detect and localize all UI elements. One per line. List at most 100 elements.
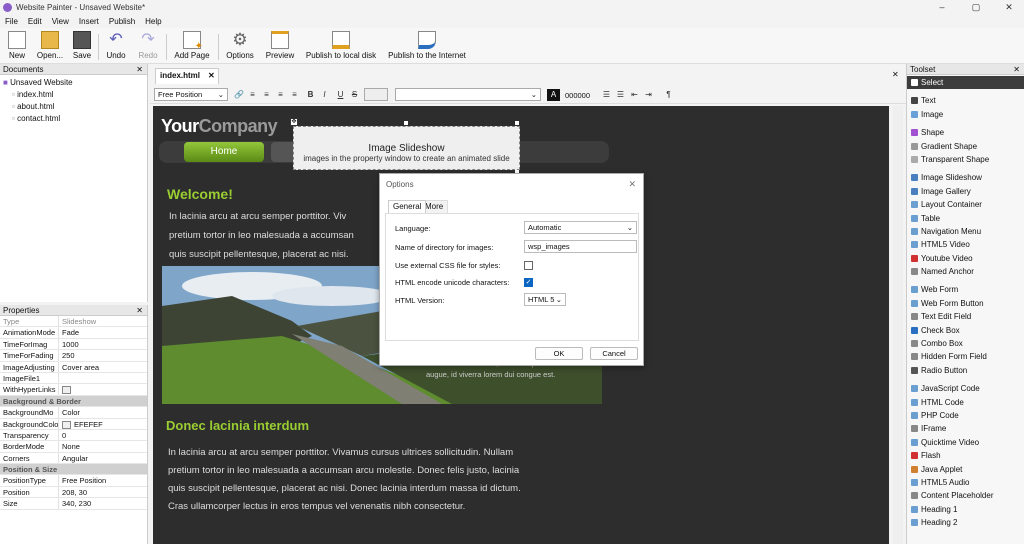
bullet-list-icon[interactable]: ☰: [602, 90, 611, 99]
maximize-icon[interactable]: ▢: [961, 2, 991, 14]
close-icon[interactable]: ✕: [994, 2, 1024, 14]
tool-javascript-code[interactable]: JavaScript Code: [907, 382, 1024, 395]
tool-content-placeholder[interactable]: Content Placeholder: [907, 489, 1024, 502]
publish-local-button[interactable]: Publish to local disk: [304, 31, 378, 60]
property-row[interactable]: BackgroundColo EFEFEF: [0, 418, 147, 430]
tool-html5-audio[interactable]: HTML5 Audio: [907, 476, 1024, 489]
tool-image-gallery[interactable]: Image Gallery: [907, 185, 1024, 198]
move-handle-icon[interactable]: ✥: [290, 118, 298, 126]
tool-combo-box[interactable]: Combo Box: [907, 337, 1024, 350]
close-icon[interactable]: ✕: [136, 64, 147, 75]
tool-gradient-shape[interactable]: Gradient Shape: [907, 140, 1024, 153]
html-version-select[interactable]: HTML 5 ⌄: [524, 293, 566, 306]
tool-java-applet[interactable]: Java Applet: [907, 463, 1024, 476]
property-row[interactable]: AnimationMode Fade: [0, 327, 147, 339]
new-button[interactable]: New: [6, 31, 28, 60]
property-row[interactable]: WithHyperLinks: [0, 384, 147, 396]
tool-html-code[interactable]: HTML Code: [907, 396, 1024, 409]
close-icon[interactable]: ✕: [1013, 64, 1024, 75]
menu-item-file[interactable]: File: [0, 16, 23, 26]
property-row[interactable]: Size 340, 230: [0, 498, 147, 510]
bold-button[interactable]: B: [306, 90, 315, 99]
strikethrough-button[interactable]: S: [350, 90, 359, 99]
tool-image[interactable]: Image: [907, 108, 1024, 121]
menu-item-publish[interactable]: Publish: [104, 16, 140, 26]
font-select[interactable]: ⌄: [395, 88, 541, 101]
property-row[interactable]: Type Slideshow: [0, 316, 147, 328]
checkbox[interactable]: [62, 386, 71, 395]
property-row[interactable]: Corners Angular: [0, 452, 147, 465]
underline-button[interactable]: U: [336, 90, 345, 99]
tool-named-anchor[interactable]: Named Anchor: [907, 265, 1024, 278]
cancel-button[interactable]: Cancel: [590, 347, 638, 360]
align-center-icon[interactable]: ≡: [262, 90, 271, 99]
property-row[interactable]: TimeForImag 1000: [0, 338, 147, 351]
property-row[interactable]: ImageFile1: [0, 372, 147, 385]
tool-php-code[interactable]: PHP Code: [907, 409, 1024, 422]
align-right-icon[interactable]: ≡: [276, 90, 285, 99]
encode-unicode-checkbox[interactable]: ✓: [524, 278, 533, 287]
redo-button[interactable]: ↷ Redo: [136, 31, 160, 60]
menu-item-view[interactable]: View: [47, 16, 74, 26]
tree-item-contact[interactable]: ▫ contact.html: [3, 113, 147, 125]
position-select[interactable]: Free Position ⌄: [154, 88, 228, 101]
property-row[interactable]: ImageAdjusting Cover area: [0, 361, 147, 373]
tab-general[interactable]: General: [388, 200, 427, 213]
property-value[interactable]: 208, 30: [59, 487, 147, 497]
property-value[interactable]: 1000: [59, 339, 147, 349]
property-value[interactable]: Free Position: [59, 475, 147, 485]
close-tab-icon[interactable]: ✕: [208, 69, 215, 83]
tool-quicktime-video[interactable]: Quicktime Video: [907, 436, 1024, 449]
image-dir-input[interactable]: wsp_images: [524, 240, 637, 253]
tool-web-form[interactable]: Web Form: [907, 283, 1024, 296]
property-value[interactable]: Angular: [59, 453, 147, 463]
vertical-scrollbar[interactable]: [893, 106, 903, 544]
property-value[interactable]: Cover area: [59, 362, 147, 372]
tool-image-slideshow[interactable]: Image Slideshow: [907, 171, 1024, 184]
tool-heading-1[interactable]: Heading 1: [907, 503, 1024, 516]
tool-transparent-shape[interactable]: Transparent Shape: [907, 153, 1024, 166]
external-css-checkbox[interactable]: [524, 261, 533, 270]
property-row[interactable]: Position 208, 30: [0, 486, 147, 499]
preview-button[interactable]: Preview: [264, 31, 296, 60]
property-value[interactable]: 340, 230: [59, 498, 147, 508]
tab-index[interactable]: index.html ✕: [155, 68, 219, 84]
property-value[interactable]: 250: [59, 350, 147, 360]
tool-html5-video[interactable]: HTML5 Video: [907, 238, 1024, 251]
tool-table[interactable]: Table: [907, 212, 1024, 225]
image-slideshow-widget[interactable]: Image Slideshow images in the property w…: [293, 126, 520, 170]
property-value-cell[interactable]: EFEFEF: [59, 419, 147, 429]
tool-text-edit-field[interactable]: Text Edit Field: [907, 310, 1024, 323]
property-row[interactable]: Transparency 0: [0, 429, 147, 442]
add-page-button[interactable]: ✦ Add Page: [172, 31, 212, 60]
font-size-select[interactable]: [364, 88, 388, 101]
nav-home[interactable]: Home: [184, 142, 264, 162]
tool-text[interactable]: Text: [907, 94, 1024, 107]
tool-heading-2[interactable]: Heading 2: [907, 516, 1024, 529]
minimize-icon[interactable]: –: [927, 2, 957, 14]
property-value[interactable]: Color: [59, 407, 147, 417]
tool-radio-button[interactable]: Radio Button: [907, 364, 1024, 377]
text-color-icon[interactable]: A: [547, 89, 560, 101]
tool-iframe[interactable]: IFrame: [907, 422, 1024, 435]
tool-youtube-video[interactable]: Youtube Video: [907, 252, 1024, 265]
close-icon[interactable]: ✕: [892, 70, 899, 79]
resize-handle[interactable]: [404, 121, 408, 125]
tree-item-index[interactable]: ▫ index.html: [3, 89, 147, 101]
close-icon[interactable]: ✕: [136, 305, 147, 316]
property-value-cell[interactable]: [59, 384, 147, 395]
open-button[interactable]: Open...: [36, 31, 64, 60]
indent-icon[interactable]: ⇥: [644, 90, 653, 99]
save-button[interactable]: Save: [71, 31, 93, 60]
numbered-list-icon[interactable]: ☰: [616, 90, 625, 99]
tool-select[interactable]: Select: [907, 76, 1024, 90]
menu-item-help[interactable]: Help: [140, 16, 166, 26]
paragraph-icon[interactable]: ¶: [664, 90, 673, 99]
tool-hidden-form-field[interactable]: Hidden Form Field: [907, 350, 1024, 363]
property-row[interactable]: BackgroundMo Color: [0, 407, 147, 419]
align-justify-icon[interactable]: ≡: [290, 90, 299, 99]
resize-handle[interactable]: [515, 121, 519, 125]
menu-item-insert[interactable]: Insert: [74, 16, 104, 26]
publish-internet-button[interactable]: Publish to the Internet: [386, 31, 468, 60]
tool-check-box[interactable]: Check Box: [907, 324, 1024, 337]
